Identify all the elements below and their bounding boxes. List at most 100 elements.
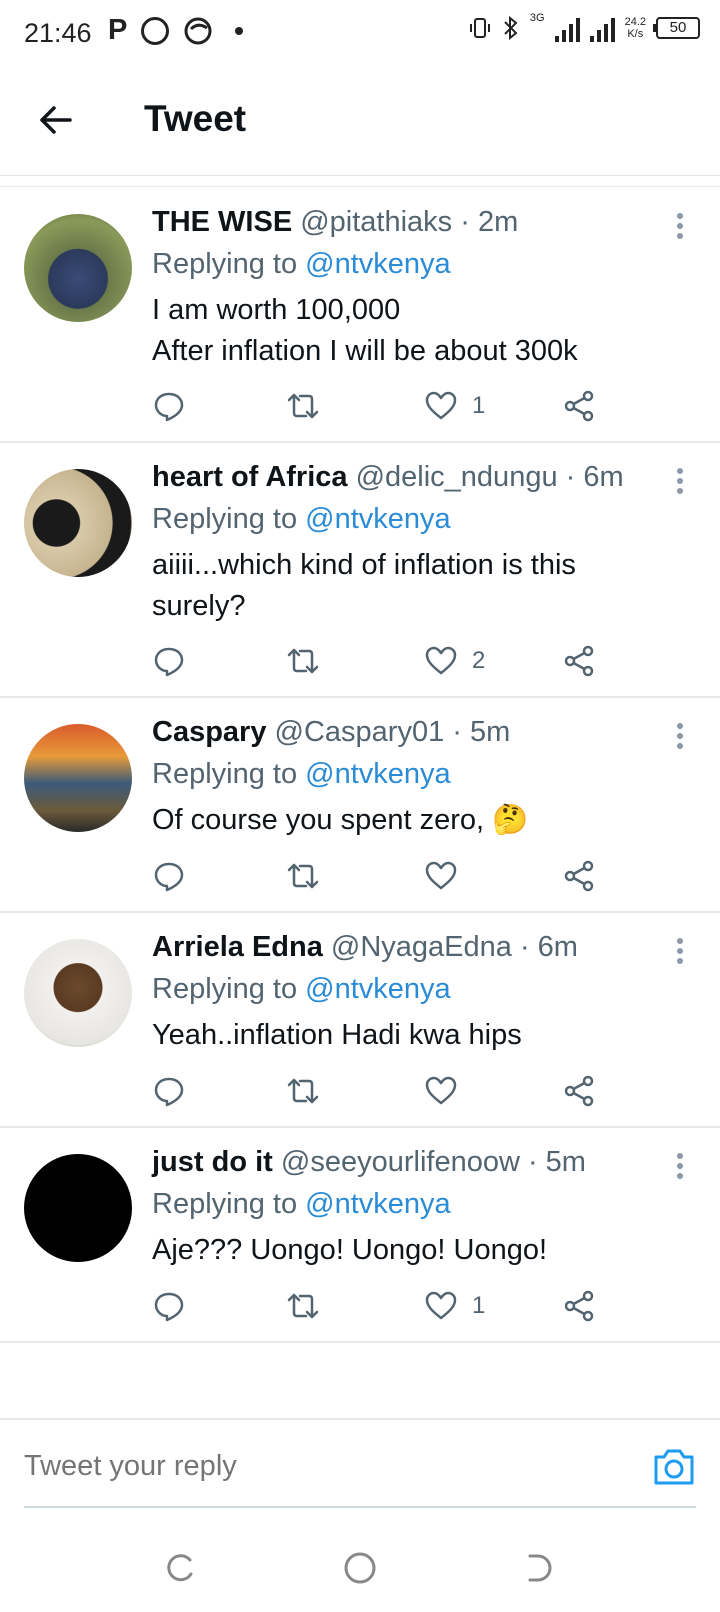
replying-label: Replying to — [152, 1188, 306, 1220]
retweet-icon — [287, 1078, 319, 1104]
more-options-button[interactable] — [676, 467, 684, 495]
page-title: Tweet — [144, 98, 247, 139]
more-options-button[interactable] — [676, 722, 684, 750]
avatar[interactable] — [24, 1154, 132, 1262]
more-options-button[interactable] — [676, 937, 684, 965]
tweet-timestamp: · 5m — [452, 716, 511, 748]
retweet-button[interactable] — [286, 1286, 320, 1326]
retweet-button[interactable] — [286, 641, 320, 681]
tweet-reply[interactable]: Caspary @Caspary01 · 5m Replying to @ntvk… — [0, 698, 720, 913]
author-handle[interactable]: @pitathiaks — [300, 206, 452, 238]
back-button[interactable] — [36, 100, 76, 140]
like-count: 1 — [472, 1292, 486, 1319]
reply-button[interactable] — [152, 1071, 186, 1111]
tweet-header: THE WISE @pitathiaks · 2m — [152, 206, 518, 239]
status-bar: 21:46 P 3G 24.2 K/s 50 — [0, 0, 720, 66]
more-vertical-icon — [677, 938, 683, 964]
recent-apps-button[interactable] — [160, 1548, 200, 1588]
tweet-timestamp: · 6m — [565, 461, 624, 493]
reply-button[interactable] — [152, 1286, 186, 1326]
share-button[interactable] — [562, 856, 596, 896]
author-name[interactable]: heart of Africa — [152, 461, 348, 493]
reply-button[interactable] — [152, 641, 186, 681]
retweet-button[interactable] — [286, 1071, 320, 1111]
like-button[interactable] — [424, 856, 472, 896]
author-name[interactable]: Arriela Edna — [152, 931, 323, 963]
avatar[interactable] — [24, 939, 132, 1047]
comment-bubble-icon — [154, 1292, 184, 1322]
share-button[interactable] — [562, 1071, 596, 1111]
replying-label: Replying to — [152, 758, 306, 790]
avatar[interactable] — [24, 214, 132, 322]
tweet-text-line: I am worth 100,000 — [152, 294, 401, 326]
comment-bubble-icon — [154, 647, 184, 677]
divider — [0, 186, 720, 187]
replying-to: Replying to @ntvkenya — [152, 758, 451, 791]
retweet-icon — [287, 863, 319, 889]
reply-input[interactable] — [24, 1450, 604, 1483]
tweet-reply[interactable]: heart of Africa @delic_ndungu · 6m Replyi… — [0, 443, 720, 698]
more-options-button[interactable] — [676, 1152, 684, 1180]
mention-link[interactable]: @ntvkenya — [305, 1188, 451, 1220]
replying-label: Replying to — [152, 973, 306, 1005]
share-button[interactable] — [562, 1286, 596, 1326]
back-nav-icon — [528, 1554, 552, 1582]
status-notification-icons: P — [108, 14, 244, 47]
tweet-reply[interactable]: Arriela Edna @NyagaEdna · 6m Replying to … — [0, 913, 720, 1128]
avatar[interactable] — [24, 724, 132, 832]
more-vertical-icon — [677, 213, 683, 239]
bluetooth-icon — [504, 15, 518, 41]
share-icon — [564, 1290, 594, 1322]
signal-strength-2-icon — [589, 14, 615, 42]
heart-icon — [425, 391, 457, 420]
home-button[interactable] — [340, 1548, 380, 1588]
back-nav-button[interactable] — [520, 1548, 560, 1588]
tweet-text-line: Aje??? Uongo! Uongo! Uongo! — [152, 1234, 548, 1266]
more-options-button[interactable] — [676, 212, 684, 240]
author-name[interactable]: THE WISE — [152, 206, 292, 238]
like-button[interactable]: 2 — [424, 641, 485, 681]
author-handle[interactable]: @seeyourlifenoow — [281, 1146, 520, 1178]
tweet-text: Yeah..inflation Hadi kwa hips — [152, 1015, 672, 1056]
reply-button[interactable] — [152, 856, 186, 896]
tweet-header: Arriela Edna @NyagaEdna · 6m — [152, 931, 578, 964]
mention-link[interactable]: @ntvkenya — [305, 248, 451, 280]
tweet-actions — [152, 856, 622, 900]
reply-composer — [0, 1418, 720, 1516]
avatar[interactable] — [24, 469, 132, 577]
author-name[interactable]: just do it — [152, 1146, 273, 1178]
like-button[interactable] — [424, 1071, 472, 1111]
replying-label: Replying to — [152, 248, 306, 280]
heart-icon — [425, 1076, 457, 1105]
mention-link[interactable]: @ntvkenya — [305, 758, 451, 790]
share-button[interactable] — [562, 386, 596, 426]
vibrate-icon — [469, 18, 490, 38]
reply-button[interactable] — [152, 386, 186, 426]
retweet-button[interactable] — [286, 386, 320, 426]
status-system-icons: 3G 24.2 K/s 50 — [468, 12, 700, 42]
system-navigation-bar — [0, 1530, 720, 1612]
mention-link[interactable]: @ntvkenya — [305, 503, 451, 535]
tweet-reply[interactable]: just do it @seeyourlifenoow · 5m Replying… — [0, 1128, 720, 1343]
retweet-icon — [287, 1293, 319, 1319]
replying-label: Replying to — [152, 503, 306, 535]
retweet-icon — [287, 648, 319, 674]
replying-to: Replying to @ntvkenya — [152, 503, 451, 536]
mention-link[interactable]: @ntvkenya — [305, 973, 451, 1005]
battery-icon: 50 — [653, 17, 700, 39]
like-button[interactable]: 1 — [424, 1286, 485, 1326]
author-handle[interactable]: @NyagaEdna — [331, 931, 512, 963]
author-handle[interactable]: @Caspary01 — [275, 716, 445, 748]
reply-input-underline — [24, 1506, 696, 1508]
tweet-actions: 1 — [152, 386, 622, 430]
share-button[interactable] — [562, 641, 596, 681]
retweet-button[interactable] — [286, 856, 320, 896]
camera-button[interactable] — [652, 1447, 696, 1487]
tweet-actions — [152, 1071, 622, 1115]
tweet-reply[interactable]: THE WISE @pitathiaks · 2m Replying to @nt… — [0, 188, 720, 443]
author-name[interactable]: Caspary — [152, 716, 266, 748]
author-handle[interactable]: @delic_ndungu — [356, 461, 558, 493]
more-notifications-dot — [235, 26, 244, 35]
like-count: 2 — [472, 647, 486, 674]
like-button[interactable]: 1 — [424, 386, 485, 426]
